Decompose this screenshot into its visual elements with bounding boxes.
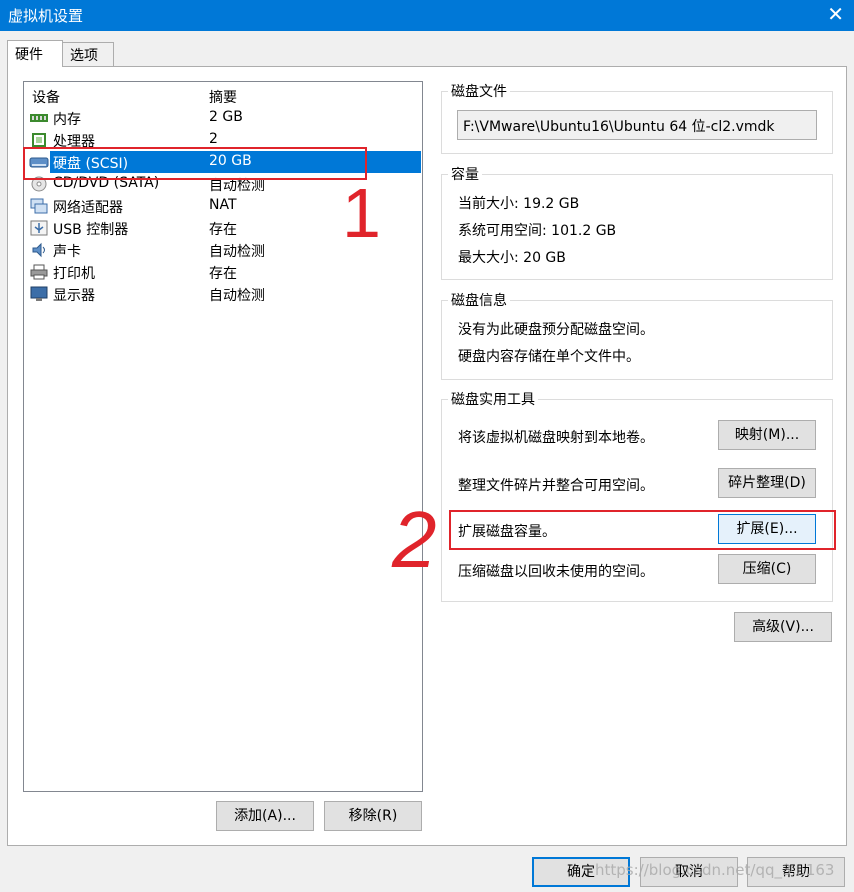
add-device-button[interactable]: 添加(A)... [216,801,314,831]
usb-icon [30,220,48,236]
column-header-device[interactable]: 设备 [32,87,60,107]
group-legend: 容量 [448,164,482,184]
map-description: 将该虚拟机磁盘映射到本地卷。 [458,430,654,446]
sound-card-icon [32,242,45,258]
display-icon [30,286,48,301]
group-legend: 磁盘实用工具 [448,389,538,409]
advanced-button[interactable]: 高级(V)... [734,612,832,642]
remove-device-button[interactable]: 移除(R) [324,801,422,831]
disk-file-group: 磁盘文件 F:\VMware\Ubuntu16\Ubuntu 64 位-cl2.… [441,81,833,154]
group-legend: 磁盘信息 [448,290,510,310]
memory-icon [30,114,48,122]
device-summary: 存在 [209,266,237,282]
device-name: 声卡 [53,244,81,260]
network-adapter-icon [30,198,48,214]
device-name: 显示器 [53,288,95,304]
max-size-text: 最大大小: 20 GB [458,250,566,266]
close-icon[interactable]: ✕ [827,2,844,26]
device-row-printer[interactable]: 打印机 存在 [26,261,421,283]
device-summary: 2 GB [209,109,243,125]
annotation-box-harddisk [23,147,367,180]
defrag-description: 整理文件碎片并整合可用空间。 [458,478,654,494]
annotation-box-expand [449,510,836,550]
disk-utilities-group: 磁盘实用工具 将该虚拟机磁盘映射到本地卷。 映射(M)... 整理文件碎片并整合… [441,389,833,602]
disk-info-line: 硬盘内容存储在单个文件中。 [458,349,640,365]
device-name: 内存 [53,112,81,128]
group-legend: 磁盘文件 [448,81,510,101]
title-bar: 虚拟机设置 ✕ [0,0,854,31]
tab-hardware[interactable]: 硬件 [7,40,63,67]
watermark-text: https://blog.csdn.net/qq_3...163 [595,861,835,879]
device-summary: 2 [209,131,218,147]
column-header-summary[interactable]: 摘要 [209,87,237,107]
disk-info-group: 磁盘信息 没有为此硬盘预分配磁盘空间。 硬盘内容存储在单个文件中。 [441,290,833,380]
defrag-button[interactable]: 碎片整理(D) [718,468,816,498]
available-space-text: 系统可用空间: 101.2 GB [458,223,617,239]
current-size-text: 当前大小: 19.2 GB [458,196,580,212]
tab-options[interactable]: 选项 [62,42,114,66]
map-button[interactable]: 映射(M)... [718,420,816,450]
printer-icon [30,264,48,280]
device-name: 打印机 [53,266,95,282]
device-row-memory[interactable]: 内存 2 GB [26,107,421,129]
device-summary: 自动检测 [209,244,265,260]
annotation-mark-1: 1 [342,174,381,252]
window-title: 虚拟机设置 [8,7,84,25]
device-name: 网络适配器 [53,200,123,216]
device-name: USB 控制器 [53,222,129,238]
tab-label: 硬件 [15,47,43,63]
compact-button[interactable]: 压缩(C) [718,554,816,584]
compact-description: 压缩磁盘以回收未使用的空间。 [458,564,654,580]
tab-label: 选项 [70,48,98,64]
device-summary: NAT [209,197,237,213]
capacity-group: 容量 当前大小: 19.2 GB 系统可用空间: 101.2 GB 最大大小: … [441,164,833,280]
device-summary: 存在 [209,222,237,238]
processor-icon [32,133,46,147]
disk-info-line: 没有为此硬盘预分配磁盘空间。 [458,322,654,338]
device-summary: 自动检测 [209,288,265,304]
disk-file-path-field[interactable]: F:\VMware\Ubuntu16\Ubuntu 64 位-cl2.vmdk [457,110,817,140]
device-row-display[interactable]: 显示器 自动检测 [26,283,421,305]
annotation-mark-2: 2 [392,495,437,584]
